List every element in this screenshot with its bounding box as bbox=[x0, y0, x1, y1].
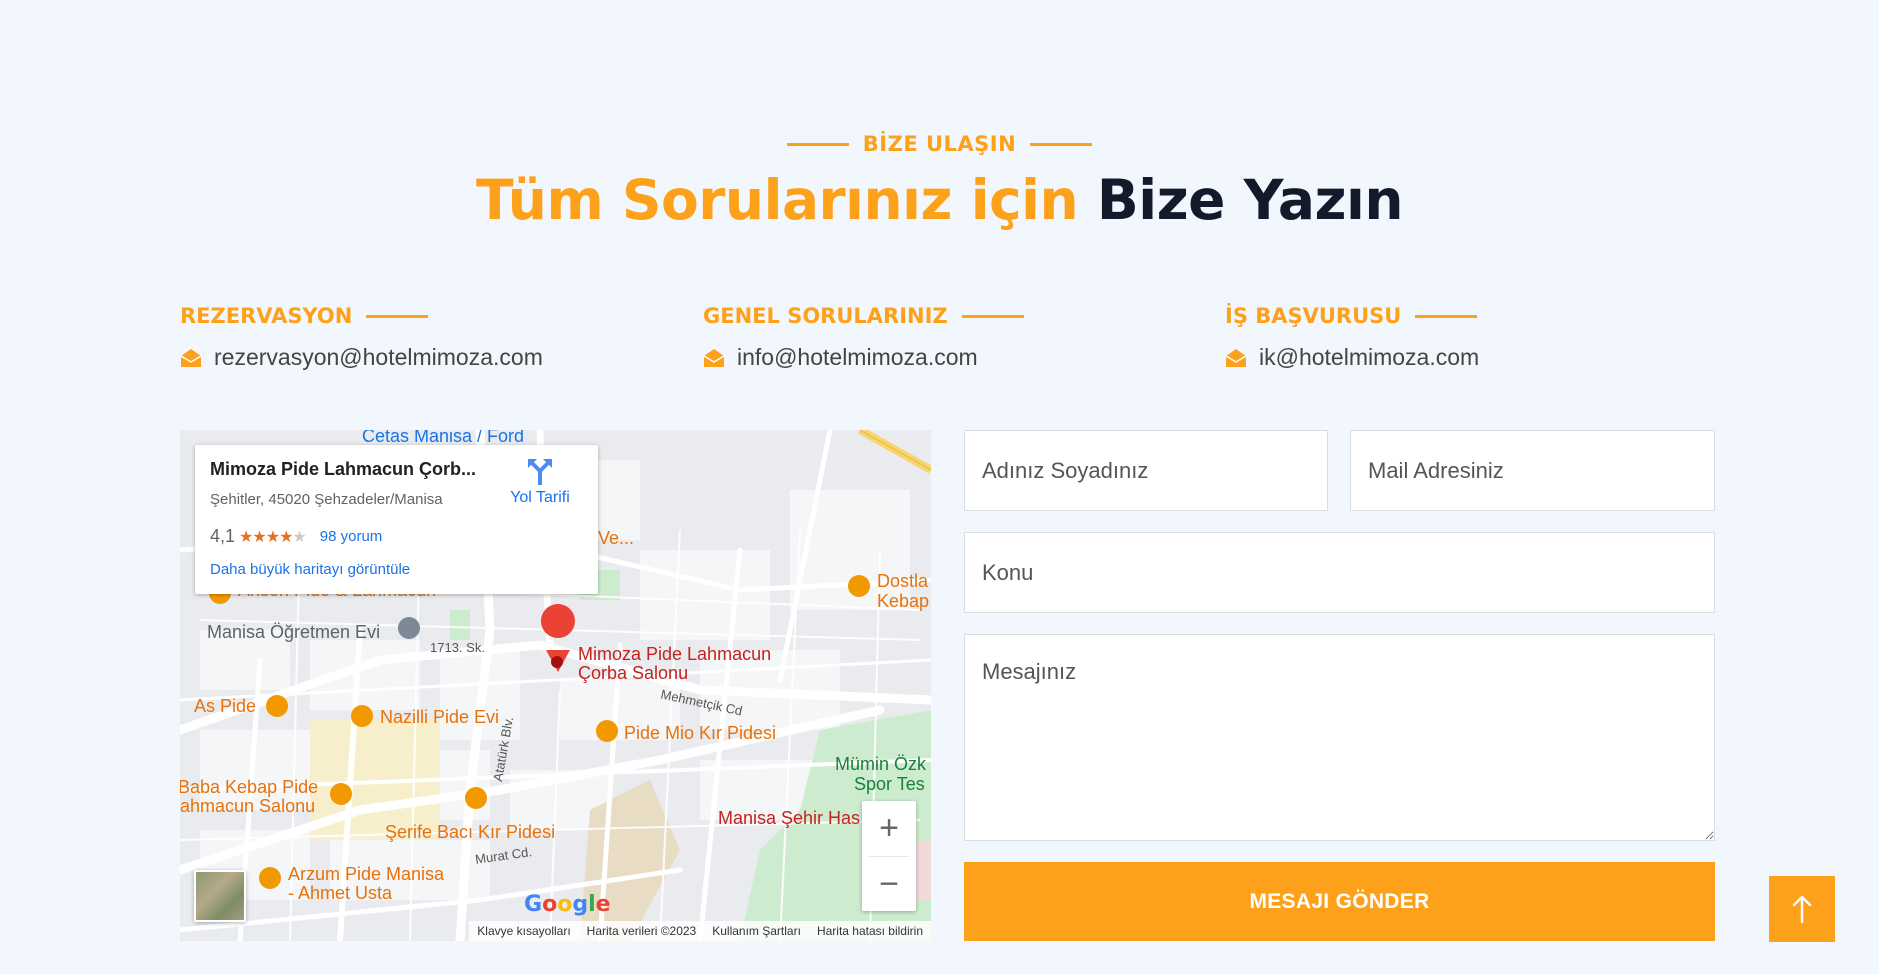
contact-title-line bbox=[366, 314, 429, 318]
satellite-layer-button[interactable] bbox=[194, 870, 246, 922]
report-error-link[interactable]: Harita hatası bildirin bbox=[817, 924, 923, 938]
mail-open-icon bbox=[180, 348, 202, 367]
larger-map-link[interactable]: Daha büyük haritayı görüntüle bbox=[210, 561, 410, 578]
mail-open-icon bbox=[1225, 348, 1247, 367]
contact-email-link[interactable]: info@hotelmimoza.com bbox=[737, 344, 978, 371]
eyebrow-line-left bbox=[786, 142, 849, 146]
map-attribution: Klavye kısayolları Harita verileri ©2023… bbox=[469, 921, 931, 941]
section-eyebrow: BİZE ULAŞIN bbox=[0, 132, 1879, 156]
contact-title: İŞ BAŞVURUSU bbox=[1225, 304, 1402, 328]
terms-link[interactable]: Kullanım Şartları bbox=[712, 924, 801, 938]
keyboard-shortcuts-link[interactable]: Klavye kısayolları bbox=[477, 924, 570, 938]
contact-title-line bbox=[961, 314, 1024, 318]
contact-email-link[interactable]: ik@hotelmimoza.com bbox=[1259, 344, 1479, 371]
map-label[interactable]: Kebap bbox=[877, 591, 929, 612]
map-label[interactable]: - Ahmet Usta bbox=[288, 883, 392, 904]
place-address: Şehitler, 45020 Şehzadeler/Manisa bbox=[210, 491, 443, 508]
contact-email-link[interactable]: rezervasyon@hotelmimoza.com bbox=[214, 344, 543, 371]
map-label[interactable]: Nazilli Pide Evi bbox=[380, 707, 499, 728]
map-label[interactable]: Ve... bbox=[598, 528, 634, 549]
map-label[interactable]: Mimoza Pide Lahmacun bbox=[578, 644, 771, 665]
directions-icon bbox=[528, 459, 552, 485]
contact-title-line bbox=[1415, 314, 1478, 318]
directions-label: Yol Tarifi bbox=[510, 489, 570, 506]
name-input[interactable] bbox=[964, 430, 1328, 511]
mail-open-icon bbox=[703, 348, 725, 367]
contact-title: GENEL SORULARINIZ bbox=[703, 304, 948, 328]
map-label[interactable]: Çorba Salonu bbox=[578, 663, 688, 684]
map-zoom-controls: + − bbox=[862, 801, 916, 911]
place-name: Mimoza Pide Lahmacun Çorb... bbox=[210, 459, 477, 479]
map-label[interactable]: Şerife Bacı Kır Pidesi bbox=[385, 822, 555, 843]
contact-jobs: İŞ BAŞVURUSU ik@hotelmimoza.com bbox=[1225, 304, 1479, 371]
star-rating-icon: ★★★★★ bbox=[239, 528, 307, 546]
reviews-link[interactable]: 98 yorum bbox=[320, 528, 383, 545]
lodging-pin-icon[interactable] bbox=[398, 617, 420, 639]
section-title-highlight: Tüm Sorularınız için bbox=[476, 168, 1079, 232]
map-label[interactable]: Mümin Özk bbox=[835, 754, 926, 775]
contact-general: GENEL SORULARINIZ info@hotelmimoza.com bbox=[703, 304, 1024, 371]
map-data-text: Harita verileri ©2023 bbox=[586, 924, 697, 938]
zoom-out-button[interactable]: − bbox=[862, 857, 916, 912]
email-input[interactable] bbox=[1350, 430, 1715, 511]
rating-value: 4,1 bbox=[210, 526, 236, 546]
message-textarea[interactable] bbox=[964, 634, 1715, 841]
map-label[interactable]: Arzum Pide Manisa bbox=[288, 864, 444, 885]
map-label[interactable]: Manisa Şehir Has bbox=[718, 808, 860, 829]
zoom-in-button[interactable]: + bbox=[862, 801, 916, 856]
place-info-card: Mimoza Pide Lahmacun Çorb... Şehitler, 4… bbox=[195, 445, 598, 594]
eyebrow-line-right bbox=[1030, 142, 1093, 146]
map-label[interactable]: As Pide bbox=[194, 696, 256, 717]
section-title: Tüm Sorularınız için Bize Yazın bbox=[0, 168, 1879, 232]
contact-title: REZERVASYON bbox=[180, 304, 353, 328]
eyebrow-text: BİZE ULAŞIN bbox=[862, 132, 1017, 156]
scroll-to-top-button[interactable] bbox=[1769, 876, 1835, 942]
street-label: 1713. Sk. bbox=[430, 640, 485, 655]
google-map[interactable]: Cetas Manisa / Ford Ve... Dostla Kebap A… bbox=[180, 430, 931, 941]
place-rating: 4,1 ★★★★★ 98 yorum bbox=[210, 526, 382, 547]
google-logo: Google bbox=[524, 892, 611, 917]
arrow-up-icon bbox=[1792, 895, 1812, 924]
map-label[interactable]: Dostla bbox=[877, 571, 928, 592]
contact-reservation: REZERVASYON rezervasyon@hotelmimoza.com bbox=[180, 304, 543, 371]
directions-button[interactable]: Yol Tarifi bbox=[490, 457, 590, 507]
map-label[interactable]: Baba Kebap Pide bbox=[180, 777, 318, 798]
section-title-rest: Bize Yazın bbox=[1096, 168, 1404, 232]
map-label[interactable]: ahmacun Salonu bbox=[180, 796, 315, 817]
map-label[interactable]: Spor Tes bbox=[854, 774, 925, 795]
subject-input[interactable] bbox=[964, 532, 1715, 613]
map-label[interactable]: Manisa Öğretmen Evi bbox=[207, 622, 380, 643]
send-message-button[interactable]: MESAJI GÖNDER bbox=[964, 862, 1715, 941]
map-label[interactable]: Pide Mio Kır Pidesi bbox=[624, 723, 776, 744]
